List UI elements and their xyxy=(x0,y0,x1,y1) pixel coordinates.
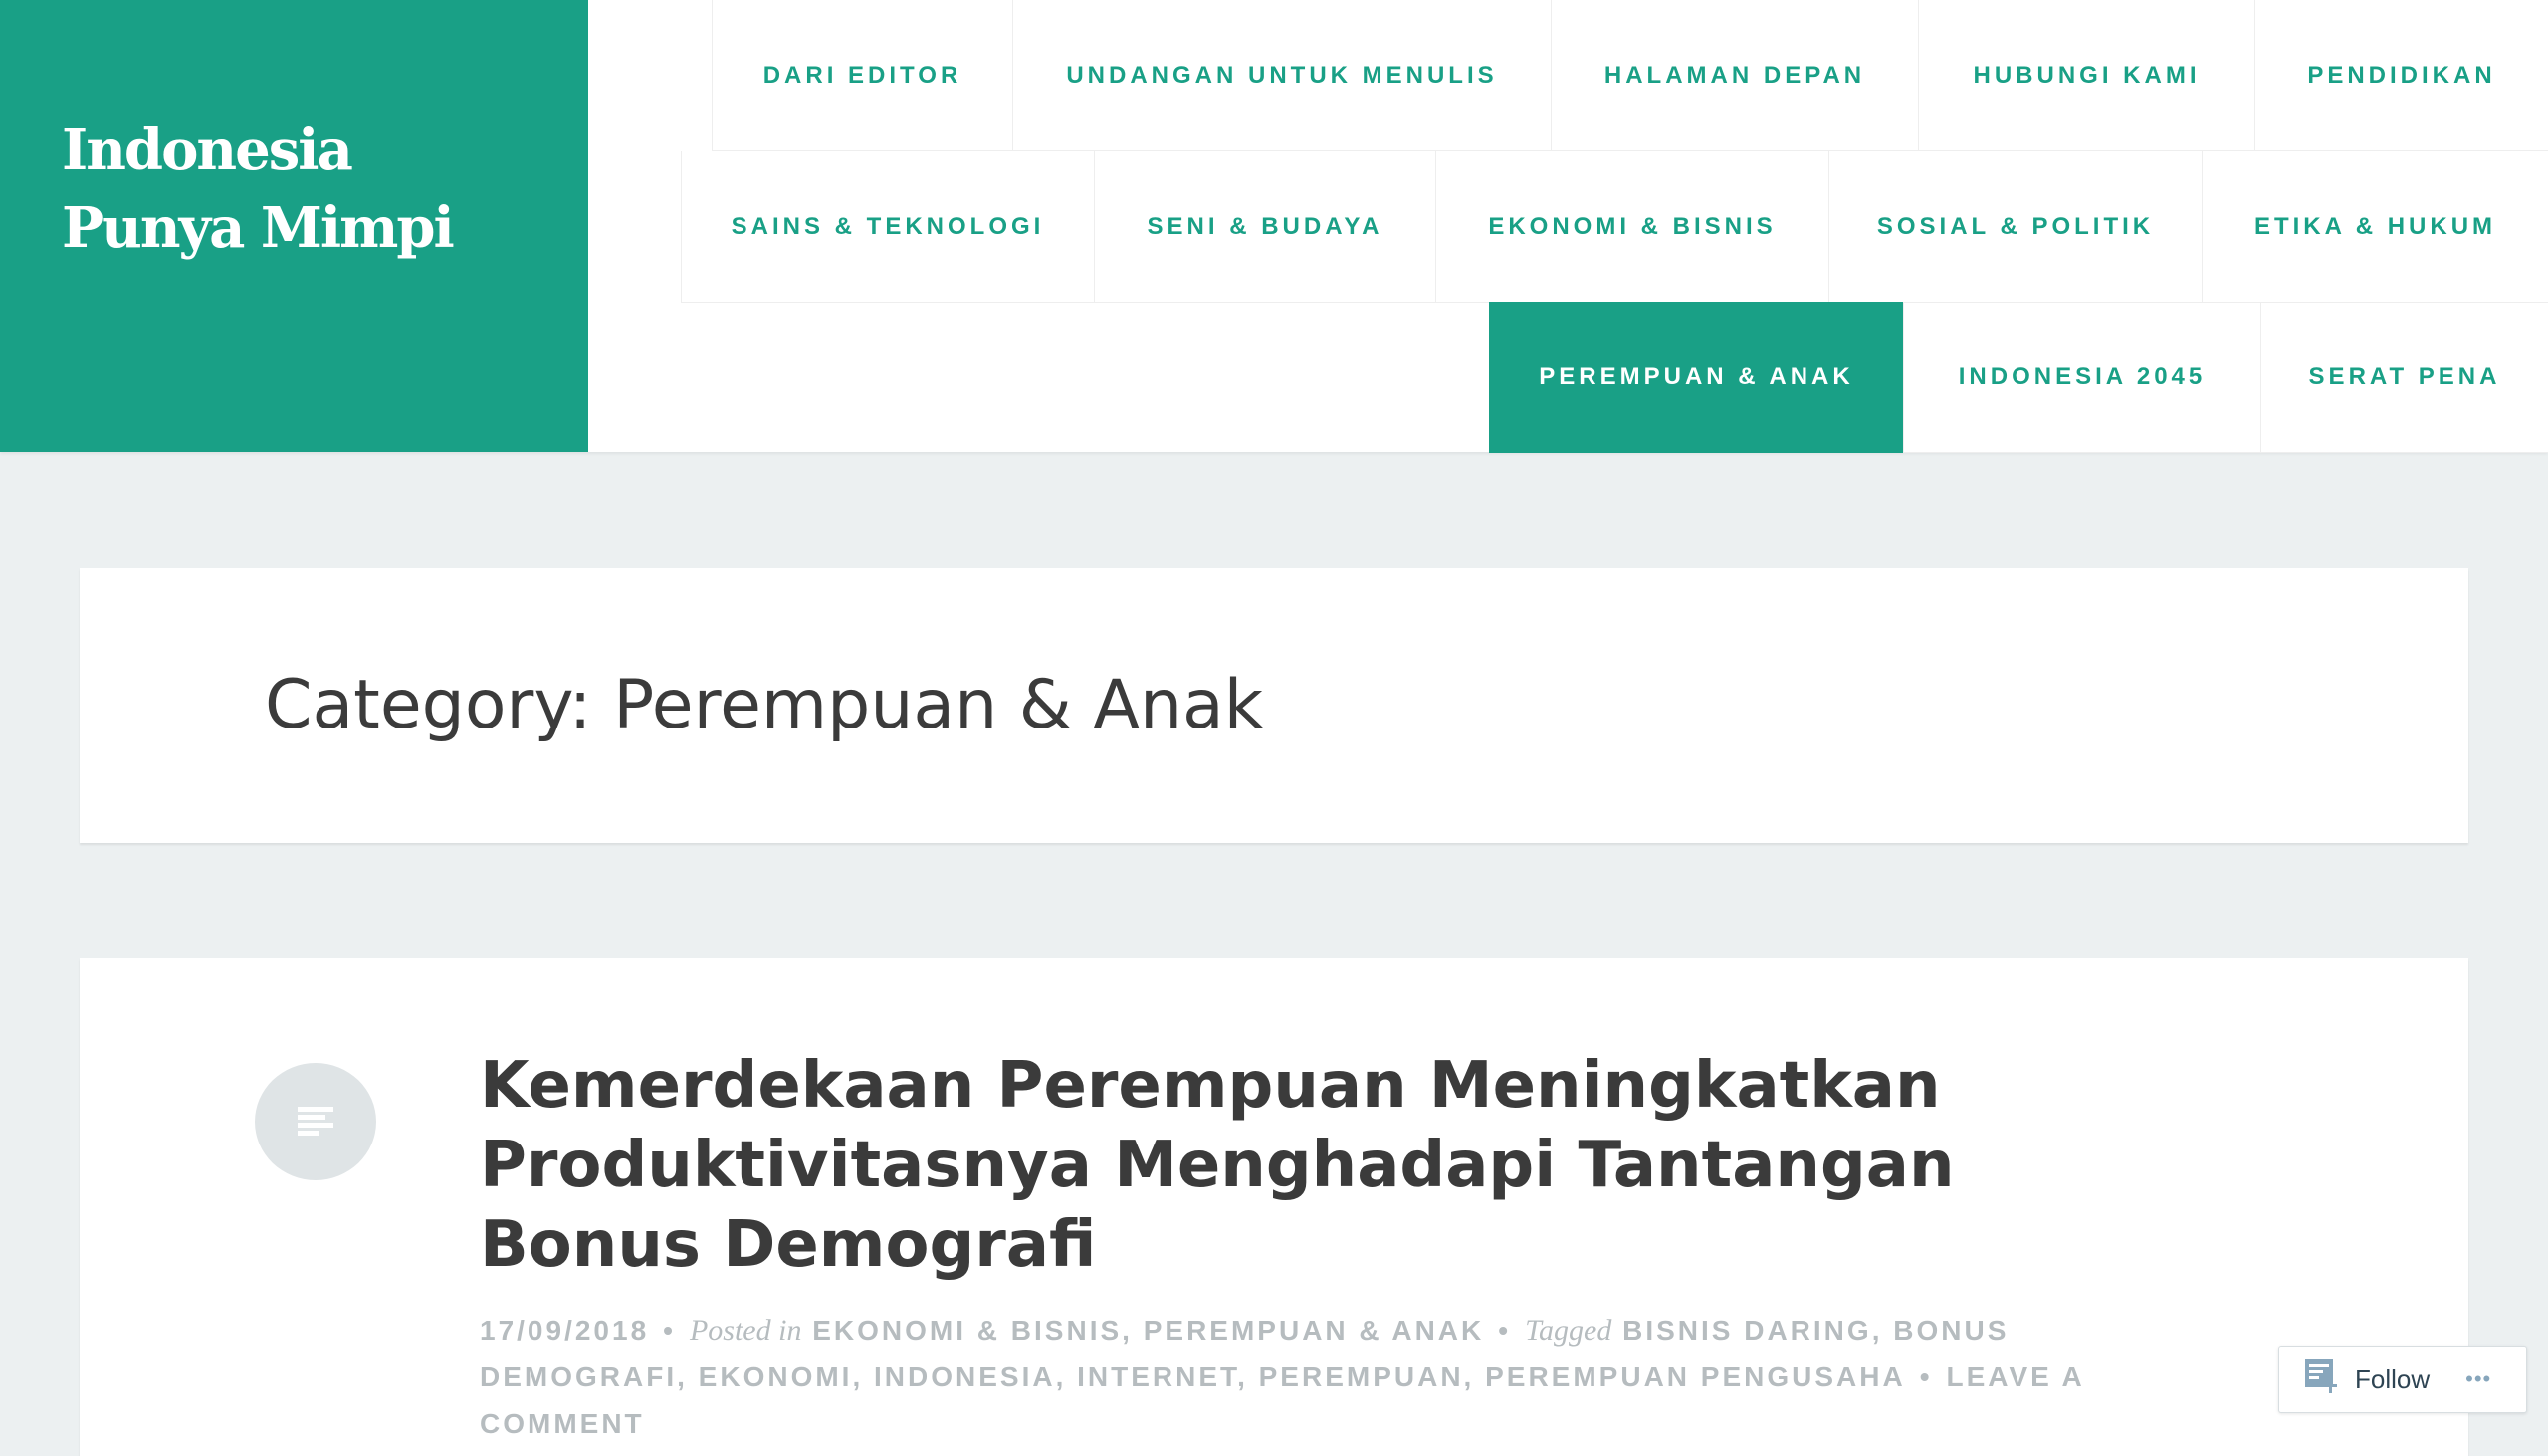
nav-item-sosial-politik[interactable]: SOSIAL & POLITIK xyxy=(1828,151,2202,303)
category-link[interactable]: PEREMPUAN & ANAK xyxy=(1144,1315,1485,1346)
page-title: Category: Perempuan & Anak xyxy=(265,666,1264,744)
logo-panel: Indonesia Punya Mimpi xyxy=(0,0,588,452)
nav-item-serat-pena[interactable]: SERAT PENA xyxy=(2260,302,2548,453)
nav-item-indonesia-2045[interactable]: INDONESIA 2045 xyxy=(1903,302,2260,453)
post-card: Kemerdekaan Perempuan Meningkatkan Produ… xyxy=(80,958,2468,1456)
site-title[interactable]: Indonesia Punya Mimpi xyxy=(62,111,460,267)
tagged-label: Tagged xyxy=(1525,1314,1612,1347)
nav-item-pendidikan[interactable]: PENDIDIKAN xyxy=(2254,0,2548,151)
archive-header: Category: Perempuan & Anak xyxy=(80,568,2468,843)
nav-item-perempuan-anak[interactable]: PEREMPUAN & ANAK xyxy=(1489,302,1903,453)
nav-item-sains-teknologi[interactable]: SAINS & TEKNOLOGI xyxy=(681,151,1094,303)
nav-item-dari-editor[interactable]: DARI EDITOR xyxy=(712,0,1012,151)
post-meta: 17/09/2018 • Posted in EKONOMI & BISNIS, P… xyxy=(480,1314,2084,1439)
tag-link[interactable]: INDONESIA xyxy=(874,1361,1056,1392)
nav-item-undangan-untuk-menulis[interactable]: UNDANGAN UNTUK MENULIS xyxy=(1012,0,1551,151)
tag-link[interactable]: INTERNET xyxy=(1077,1361,1237,1392)
post-title[interactable]: Kemerdekaan Perempuan Meningkatkan Produ… xyxy=(480,1046,2172,1285)
nav-item-halaman-depan[interactable]: HALAMAN DEPAN xyxy=(1551,0,1918,151)
nav-item-etika-hukum[interactable]: ETIKA & HUKUM xyxy=(2202,151,2548,303)
tag-link[interactable]: EKONOMI xyxy=(699,1361,853,1392)
nav-item-ekonomi-bisnis[interactable]: EKONOMI & BISNIS xyxy=(1435,151,1828,303)
site-header: Indonesia Punya Mimpi DARI EDITOR UNDANGA… xyxy=(0,0,2548,453)
nav-item-seni-budaya[interactable]: SENI & BUDAYA xyxy=(1094,151,1435,303)
tag-link[interactable]: PEREMPUAN PENGUSAHA xyxy=(1485,1361,1906,1392)
more-options-icon[interactable]: ••• xyxy=(2465,1366,2491,1392)
post-date[interactable]: 17/09/2018 xyxy=(480,1315,649,1346)
nav-item-hubungi-kami[interactable]: HUBUNGI KAMI xyxy=(1918,0,2254,151)
follow-button[interactable]: Follow ••• xyxy=(2278,1346,2527,1413)
follow-icon xyxy=(2305,1358,2341,1400)
standard-post-format-icon[interactable] xyxy=(255,1063,376,1180)
tag-link[interactable]: PEREMPUAN xyxy=(1259,1361,1464,1392)
posted-in-label: Posted in xyxy=(689,1314,802,1347)
follow-label: Follow xyxy=(2355,1363,2431,1394)
category-link[interactable]: EKONOMI & BISNIS xyxy=(812,1315,1122,1346)
tag-link[interactable]: BISNIS DARING xyxy=(1622,1315,1872,1346)
